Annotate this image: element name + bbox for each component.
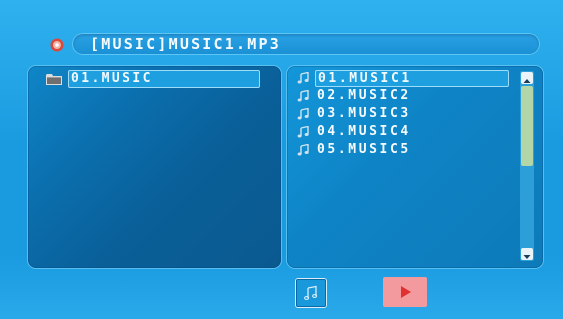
file-label: 03.MUSIC3 (317, 106, 411, 121)
music-note-icon (297, 108, 309, 120)
file-label: 04.MUSIC4 (317, 124, 411, 139)
scroll-up-button[interactable] (521, 72, 533, 84)
music-note-icon (297, 90, 309, 102)
file-label: 05.MUSIC5 (317, 142, 411, 157)
file-list: 01.MUSIC1 02.MUSIC2 03.MUSIC3 04.MUSIC4 … (297, 69, 509, 159)
scroll-down-button[interactable] (521, 248, 533, 260)
music-note-icon (304, 285, 318, 300)
file-item-4[interactable]: 04.MUSIC4 (297, 123, 509, 141)
music-note-icon (297, 144, 309, 156)
file-label: 01.MUSIC1 (315, 69, 509, 87)
scroll-thumb[interactable] (521, 86, 533, 166)
current-path-text: [MUSIC]MUSIC1.MP3 (90, 35, 281, 53)
folder-item[interactable]: 01.MUSIC (46, 70, 260, 88)
media-player-screen: [MUSIC]MUSIC1.MP3 01.MUSIC 01.MUSIC1 02.… (0, 0, 563, 319)
folder-label: 01.MUSIC (68, 70, 260, 88)
file-item-1[interactable]: 01.MUSIC1 (297, 69, 509, 87)
folder-icon (46, 74, 62, 85)
play-icon (401, 286, 411, 298)
music-note-icon (297, 72, 309, 84)
file-panel: 01.MUSIC1 02.MUSIC2 03.MUSIC3 04.MUSIC4 … (287, 66, 543, 268)
music-mode-button[interactable] (296, 279, 326, 307)
disc-icon (50, 38, 64, 52)
file-item-5[interactable]: 05.MUSIC5 (297, 141, 509, 159)
chevron-down-icon (523, 255, 531, 259)
file-list-scrollbar[interactable] (520, 71, 534, 261)
file-label: 02.MUSIC2 (317, 88, 411, 103)
current-path-bar: [MUSIC]MUSIC1.MP3 (72, 33, 540, 55)
file-item-3[interactable]: 03.MUSIC3 (297, 105, 509, 123)
folder-panel: 01.MUSIC (28, 66, 281, 268)
music-note-icon (297, 126, 309, 138)
file-item-2[interactable]: 02.MUSIC2 (297, 87, 509, 105)
play-button[interactable] (383, 277, 427, 307)
